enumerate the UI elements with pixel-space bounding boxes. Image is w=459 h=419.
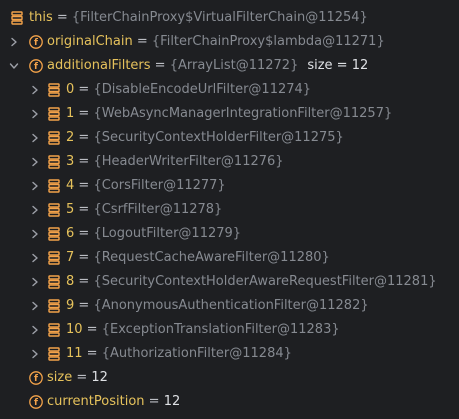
array-element-icon xyxy=(47,203,61,217)
element-value: {WebAsyncManagerIntegrationFilter@11257} xyxy=(93,106,393,121)
equals-sign: = xyxy=(74,274,94,289)
field-icon: f xyxy=(29,371,43,385)
equals-sign: = xyxy=(74,178,94,193)
equals-sign: = xyxy=(74,226,94,241)
variable-value: {ArrayList@11272} xyxy=(169,58,299,73)
chevron-right-icon[interactable] xyxy=(29,174,41,198)
array-element-icon xyxy=(47,227,61,241)
chevron-down-icon[interactable] xyxy=(8,54,20,78)
equals-sign: = xyxy=(132,34,152,49)
array-element-icon xyxy=(47,131,61,145)
svg-text:f: f xyxy=(34,38,38,48)
equals-sign: = xyxy=(144,394,164,409)
list-item-0[interactable]: 0 = {DisableEncodeUrlFilter@11274} xyxy=(0,78,459,102)
list-item-3[interactable]: 3 = {HeaderWriterFilter@11276} xyxy=(0,150,459,174)
list-item-6[interactable]: 6 = {LogoutFilter@11279} xyxy=(0,222,459,246)
equals-sign: = xyxy=(74,106,94,121)
list-item-7[interactable]: 7 = {RequestCacheAwareFilter@11280} xyxy=(0,246,459,270)
element-value: {CorsFilter@11277} xyxy=(93,178,226,193)
variable-value: 12 xyxy=(163,394,181,409)
svg-text:f: f xyxy=(34,398,38,408)
variable-name: currentPosition xyxy=(47,394,145,409)
element-value: {SecurityContextHolderAwareRequestFilter… xyxy=(93,274,437,289)
tree-node-size[interactable]: f size = 12 xyxy=(0,366,459,390)
element-value: {SecurityContextHolderFilter@11275} xyxy=(93,130,344,145)
list-item-8[interactable]: 8 = {SecurityContextHolderAwareRequestFi… xyxy=(0,270,459,294)
element-index: 10 xyxy=(66,322,83,337)
list-item-1[interactable]: 1 = {WebAsyncManagerIntegrationFilter@11… xyxy=(0,102,459,126)
collection-size: size = 12 xyxy=(307,58,369,73)
chevron-right-icon[interactable] xyxy=(29,246,41,270)
tree-node-original-chain[interactable]: f originalChain = {FilterChainProxy$lamb… xyxy=(0,30,459,54)
list-item-5[interactable]: 5 = {CsrfFilter@11278} xyxy=(0,198,459,222)
chevron-right-icon[interactable] xyxy=(29,102,41,126)
equals-sign: = xyxy=(74,250,94,265)
chevron-right-icon[interactable] xyxy=(29,342,41,366)
field-icon: f xyxy=(29,35,43,49)
list-item-10[interactable]: 10 = {ExceptionTranslationFilter@11283} xyxy=(0,318,459,342)
tree-node-current-position[interactable]: f currentPosition = 12 xyxy=(0,390,459,414)
field-icon: f xyxy=(29,59,43,73)
array-element-icon xyxy=(47,179,61,193)
variable-name: additionalFilters xyxy=(47,58,151,73)
array-element-icon xyxy=(47,347,61,361)
equals-sign: = xyxy=(82,322,102,337)
field-icon: f xyxy=(29,395,43,409)
equals-sign: = xyxy=(82,346,102,361)
variable-value: {FilterChainProxy$lambda@11271} xyxy=(151,34,385,49)
array-element-icon xyxy=(47,275,61,289)
chevron-right-icon[interactable] xyxy=(29,222,41,246)
equals-sign: = xyxy=(150,58,170,73)
variables-tree: this = {FilterChainProxy$VirtualFilterCh… xyxy=(0,6,459,414)
equals-sign: = xyxy=(74,298,94,313)
list-item-2[interactable]: 2 = {SecurityContextHolderFilter@11275} xyxy=(0,126,459,150)
list-item-11[interactable]: 11 = {AuthorizationFilter@11284} xyxy=(0,342,459,366)
list-item-9[interactable]: 9 = {AnonymousAuthenticationFilter@11282… xyxy=(0,294,459,318)
equals-sign: = xyxy=(72,370,92,385)
equals-sign: = xyxy=(74,154,94,169)
svg-text:f: f xyxy=(34,374,38,384)
equals-sign: = xyxy=(52,10,72,25)
variable-name: size xyxy=(47,370,73,385)
element-value: {DisableEncodeUrlFilter@11274} xyxy=(93,82,312,97)
equals-sign: = xyxy=(74,130,94,145)
array-element-icon xyxy=(47,323,61,337)
element-value: {AuthorizationFilter@11284} xyxy=(101,346,292,361)
array-element-icon xyxy=(47,251,61,265)
svg-text:f: f xyxy=(34,62,38,72)
array-element-icon xyxy=(47,107,61,121)
list-item-4[interactable]: 4 = {CorsFilter@11277} xyxy=(0,174,459,198)
variable-name: originalChain xyxy=(47,34,133,49)
chevron-right-icon[interactable] xyxy=(29,198,41,222)
chevron-right-icon[interactable] xyxy=(29,270,41,294)
tree-node-this[interactable]: this = {FilterChainProxy$VirtualFilterCh… xyxy=(0,6,459,30)
variable-value: 12 xyxy=(91,370,108,385)
element-value: {ExceptionTranslationFilter@11283} xyxy=(101,322,340,337)
equals-sign: = xyxy=(74,202,94,217)
array-element-icon xyxy=(47,83,61,97)
chevron-right-icon[interactable] xyxy=(29,318,41,342)
array-element-icon xyxy=(47,299,61,313)
chevron-right-icon[interactable] xyxy=(8,30,20,54)
array-element-icon xyxy=(47,155,61,169)
list-elements: 0 = {DisableEncodeUrlFilter@11274} 1 = {… xyxy=(0,78,459,366)
element-value: {RequestCacheAwareFilter@11280} xyxy=(93,250,330,265)
chevron-right-icon[interactable] xyxy=(29,294,41,318)
array-element-icon xyxy=(10,11,24,25)
tree-node-additional-filters[interactable]: f additionalFilters = {ArrayList@11272} s… xyxy=(0,54,459,78)
equals-sign: = xyxy=(74,82,94,97)
element-index: 11 xyxy=(66,346,83,361)
chevron-right-icon[interactable] xyxy=(29,78,41,102)
chevron-right-icon[interactable] xyxy=(29,126,41,150)
chevron-right-icon[interactable] xyxy=(29,150,41,174)
variable-value: {FilterChainProxy$VirtualFilterChain@112… xyxy=(71,10,368,25)
element-value: {HeaderWriterFilter@11276} xyxy=(93,154,284,169)
element-value: {AnonymousAuthenticationFilter@11282} xyxy=(93,298,369,313)
element-value: {LogoutFilter@11279} xyxy=(93,226,242,241)
variable-name: this xyxy=(29,10,53,25)
element-value: {CsrfFilter@11278} xyxy=(93,202,223,217)
